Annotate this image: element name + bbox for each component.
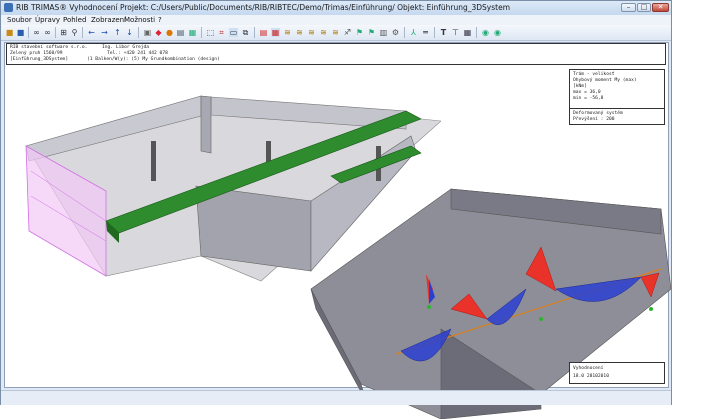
node-icon[interactable]: ≋: [319, 28, 328, 37]
model-icon[interactable]: ▣: [143, 28, 152, 37]
restore-icon: □: [640, 3, 648, 11]
zoom-fit-icon[interactable]: ⊞: [59, 28, 68, 37]
toolbar-separator: [476, 27, 477, 38]
flag-alt-icon[interactable]: ⚑: [367, 28, 376, 37]
save-icon[interactable]: ■: [16, 28, 25, 37]
arrow-right-icon[interactable]: →: [100, 28, 109, 37]
node-alt-icon[interactable]: ≋: [331, 28, 340, 37]
graph-icon[interactable]: ⅄: [409, 28, 418, 37]
mesh-icon[interactable]: ⌗: [217, 28, 226, 37]
legend-line: Ohybový moment My (max): [573, 78, 637, 83]
column: [151, 141, 156, 181]
header-engineer: Ing. Libor Grejda: [102, 45, 150, 50]
header-address: Zelený pruh 1560/99: [10, 51, 63, 56]
layers-icon[interactable]: ◆: [154, 28, 163, 37]
app-icon: [4, 3, 13, 12]
menu-zobrazeni[interactable]: Zobrazení: [91, 16, 126, 24]
flag-icon[interactable]: ⚑: [355, 28, 364, 37]
support-icon[interactable]: ≋: [307, 28, 316, 37]
toolbar-separator: [254, 27, 255, 38]
legend-max: max = 36,0: [573, 90, 601, 95]
result-icon[interactable]: ▭: [229, 28, 238, 37]
menu-pohled[interactable]: Pohled: [63, 16, 86, 24]
dimension-icon[interactable]: ⊤: [451, 28, 460, 37]
title-bar[interactable]: RIB TRIMAS® Vyhodnocení Projekt: C:/User…: [1, 1, 671, 15]
legend-line: [kNm]: [573, 84, 587, 89]
drawing-header: RIB stavební software s.r.o. Ing. Libor …: [6, 43, 666, 65]
toolbar-separator: [201, 27, 202, 38]
toolbar-separator: [28, 27, 29, 38]
toolbar-separator: [82, 27, 83, 38]
binoculars-icon[interactable]: ∞: [32, 28, 41, 37]
arrow-up-icon[interactable]: ↑: [113, 28, 122, 37]
toolbar-separator: [404, 27, 405, 38]
support-node: [649, 307, 653, 311]
legend-system: Deformovaný systém: [573, 111, 623, 116]
status-bar: [1, 390, 671, 405]
ok-icon[interactable]: ◉: [493, 28, 502, 37]
legend-box: Trám - velikosť Ohybový moment My (max) …: [569, 69, 665, 125]
minimize-icon: –: [626, 3, 631, 11]
chart-icon[interactable]: ▥: [379, 28, 388, 37]
footer-version: 18.0 28102010: [573, 374, 609, 379]
middle-wall: [200, 95, 212, 154]
open-icon[interactable]: ■: [5, 28, 14, 37]
toolbar: ■ ■ ∞ ∞ ⊞ ⚲ ← → ↑ ↓ ▣ ◆ ● ▤ ▦ ⬚ ⌗ ▭ ⧉ ▤ …: [1, 25, 671, 41]
text-icon[interactable]: T: [439, 28, 448, 37]
grid-icon[interactable]: ▦: [188, 28, 197, 37]
toolbar-separator: [55, 27, 56, 38]
header-system: [Einführung_3DSystem]: [10, 57, 69, 62]
line-icon[interactable]: ═: [421, 28, 430, 37]
arrow-down-icon[interactable]: ↓: [125, 28, 134, 37]
legend-scale: Převýšení : 200: [573, 117, 615, 122]
toolbar-separator: [434, 27, 435, 38]
print-icon[interactable]: ▤: [176, 28, 185, 37]
view-icon[interactable]: ⬚: [206, 28, 215, 37]
close-icon: ✕: [657, 3, 664, 11]
slab-icon[interactable]: ▦: [271, 28, 280, 37]
section-icon[interactable]: ⧉: [241, 28, 250, 37]
header-loadcase: (1 Balken/W(y): (5) My Grundkombination …: [87, 57, 220, 62]
application-window: RIB TRIMAS® Vyhodnocení Projekt: C:/User…: [0, 0, 672, 419]
header-phone: Tel.: +420 241 442 078: [107, 51, 168, 56]
binoculars-alt-icon[interactable]: ∞: [43, 28, 52, 37]
load-icon[interactable]: ≋: [295, 28, 304, 37]
restore-button[interactable]: □: [637, 3, 651, 12]
settings-icon[interactable]: ⚙: [391, 28, 400, 37]
menu-soubor[interactable]: Soubor: [7, 16, 32, 24]
support-node: [427, 305, 431, 309]
minimize-button[interactable]: –: [621, 3, 636, 12]
menu-help[interactable]: ?: [158, 16, 162, 24]
wall-icon[interactable]: ≋: [283, 28, 292, 37]
help-icon[interactable]: ◉: [481, 28, 490, 37]
table-icon[interactable]: ▦: [463, 28, 472, 37]
window-title: RIB TRIMAS® Vyhodnocení Projekt: C:/User…: [16, 3, 511, 12]
toolbar-separator: [138, 27, 139, 38]
beam-icon[interactable]: ▤: [259, 28, 268, 37]
menu-moznosti[interactable]: Možnosti: [124, 16, 155, 24]
menu-upravy[interactable]: Úpravy: [35, 16, 60, 24]
color-icon[interactable]: ●: [165, 28, 174, 37]
footer-title: Vyhodnocení: [573, 366, 604, 371]
zoom-icon[interactable]: ⚲: [70, 28, 79, 37]
drawing-footer: Vyhodnocení 18.0 28102010: [569, 362, 665, 384]
legend-line: Trám - velikosť: [573, 72, 615, 77]
support-alt-icon[interactable]: ♐: [343, 28, 352, 37]
menu-bar: Soubor Úpravy Pohled Zobrazení Možnosti …: [1, 15, 671, 25]
legend-divider: [570, 108, 664, 109]
support-node: [539, 317, 543, 321]
legend-min: min = -56,8: [573, 96, 604, 101]
arrow-left-icon[interactable]: ←: [87, 28, 96, 37]
close-button[interactable]: ✕: [652, 3, 669, 12]
header-company: RIB stavební software s.r.o.: [10, 45, 88, 50]
